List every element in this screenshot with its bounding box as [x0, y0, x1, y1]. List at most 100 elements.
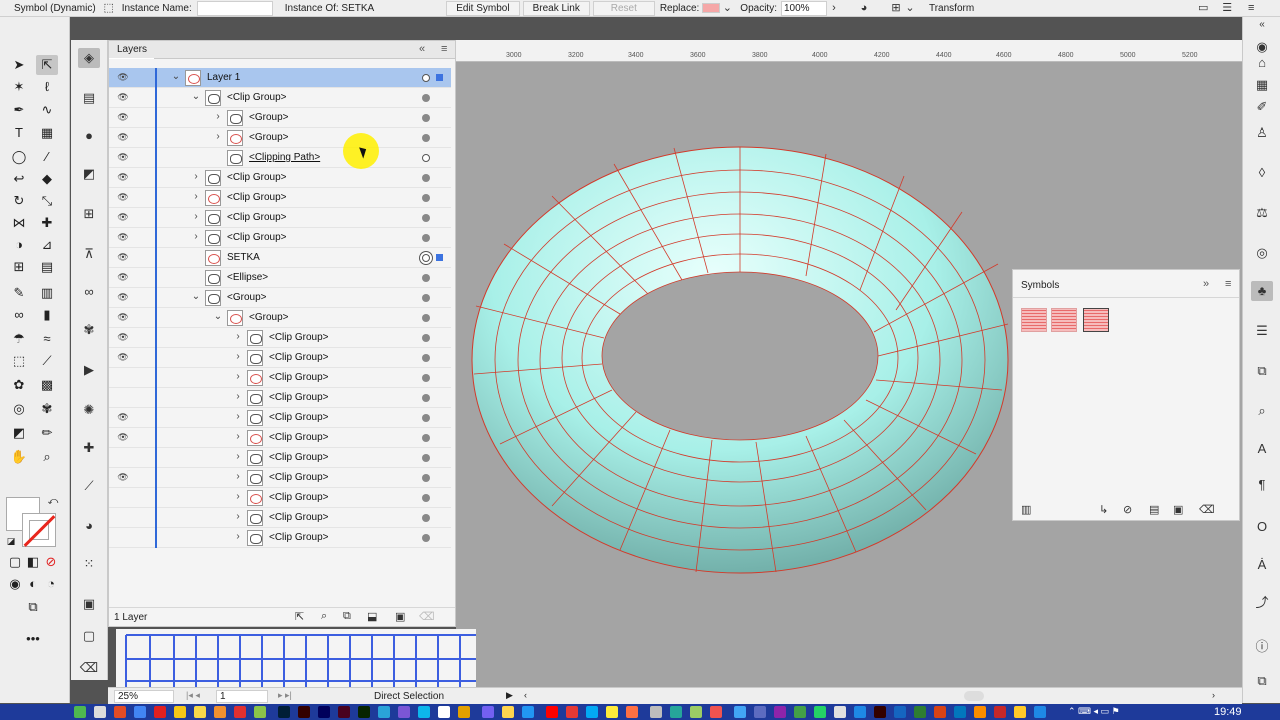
align-icon[interactable]: ▤: [78, 88, 100, 108]
brushes-icon[interactable]: ✾: [78, 320, 100, 340]
visibility-eye-icon[interactable]: 👁: [117, 311, 129, 323]
app-icon[interactable]: [814, 706, 826, 718]
chevron-down-icon[interactable]: ⌄: [191, 291, 201, 302]
layer-row[interactable]: 👁 › <Group>: [109, 108, 451, 128]
chevron-right-icon[interactable]: ›: [233, 451, 243, 462]
layer-name[interactable]: <Clip Group>: [269, 392, 328, 403]
chevron-right-icon[interactable]: ›: [233, 371, 243, 382]
layer-name[interactable]: <Clip Group>: [227, 172, 286, 183]
target-circle-icon[interactable]: [422, 394, 430, 402]
layer-row[interactable]: 👁 ⌄ <Clip Group>: [109, 88, 451, 108]
target-circle-icon[interactable]: [422, 154, 430, 162]
target-circle-icon[interactable]: [422, 534, 430, 542]
more-tools-icon[interactable]: •••: [22, 629, 44, 649]
rotate-icon[interactable]: ↻: [8, 191, 30, 211]
app-icon[interactable]: [954, 706, 966, 718]
chevron-right-icon[interactable]: ›: [827, 1, 841, 15]
app-icon[interactable]: [522, 706, 534, 718]
width-tool-icon[interactable]: ⋈: [8, 213, 30, 233]
target-circle-icon[interactable]: [422, 334, 430, 342]
app-icon[interactable]: [154, 706, 166, 718]
app-icon[interactable]: [114, 706, 126, 718]
chevron-right-icon[interactable]: ›: [233, 471, 243, 482]
target-circle-icon[interactable]: [422, 514, 430, 522]
visibility-eye-icon[interactable]: [117, 391, 129, 403]
symbol-shifter-icon[interactable]: ✿: [8, 375, 30, 395]
chevron-right-icon[interactable]: ›: [191, 171, 201, 182]
break-link-button[interactable]: Break Link: [522, 0, 590, 16]
target-circle-icon[interactable]: [422, 314, 430, 322]
chevron-right-icon[interactable]: ›: [233, 411, 243, 422]
reset-button[interactable]: Reset: [592, 0, 655, 16]
layer-row[interactable]: 👁 › <Clip Group>: [109, 228, 451, 248]
artboard-tool-icon[interactable]: ⬚: [8, 351, 30, 371]
graphic-styles-icon[interactable]: ◎: [1251, 243, 1273, 263]
selection-indicator[interactable]: [436, 254, 443, 261]
layer-name[interactable]: <Clip Group>: [227, 192, 286, 203]
transform-icon[interactable]: ⊞: [78, 204, 100, 224]
layer-name[interactable]: <Clip Group>: [269, 352, 328, 363]
chevron-down-icon[interactable]: ⌄: [171, 71, 181, 82]
app-icon[interactable]: [710, 706, 722, 718]
layer-name[interactable]: <Group>: [227, 292, 266, 303]
align-grid-icon[interactable]: ⊞: [889, 1, 903, 15]
transform-link[interactable]: Transform: [929, 3, 974, 14]
app-icon[interactable]: [214, 706, 226, 718]
export-panel-icon[interactable]: ⤴: [1251, 593, 1273, 613]
close-panels-icon[interactable]: «: [1251, 15, 1273, 35]
target-circle-icon[interactable]: [422, 74, 430, 82]
default-colors-icon[interactable]: ◪: [0, 531, 22, 551]
appearance-icon[interactable]: ●: [78, 126, 100, 146]
layer-name[interactable]: <Clip Group>: [269, 332, 328, 343]
layer-name[interactable]: <Clip Group>: [269, 372, 328, 383]
app-icon[interactable]: [774, 706, 786, 718]
app-icon[interactable]: [418, 706, 430, 718]
layer-row[interactable]: 👁 › <Clip Group>: [109, 468, 451, 488]
transparency-icon[interactable]: ◕: [78, 516, 100, 536]
info-icon[interactable]: ⓘ: [1251, 637, 1273, 657]
layer-row[interactable]: 👁 SETKA: [109, 248, 451, 268]
layer-name[interactable]: <Clip Group>: [269, 492, 328, 503]
hand-tool-icon[interactable]: ✋: [8, 447, 30, 467]
symbol-options-icon[interactable]: ▤: [1149, 503, 1159, 516]
target-circle-icon[interactable]: [422, 374, 430, 382]
paint-bucket-icon[interactable]: ◩: [8, 423, 30, 443]
layer-name[interactable]: <Clip Group>: [269, 512, 328, 523]
screen-mode-icon[interactable]: ⧉: [22, 597, 44, 617]
layer-row[interactable]: › <Clip Group>: [109, 388, 451, 408]
swatches-icon[interactable]: ▦: [1251, 75, 1273, 95]
character-icon[interactable]: A: [1251, 439, 1273, 459]
layer-name[interactable]: Layer 1: [207, 72, 240, 83]
target-circle-icon[interactable]: [422, 194, 430, 202]
app-icon[interactable]: [378, 706, 390, 718]
layer-row[interactable]: 👁 › <Clip Group>: [109, 188, 451, 208]
chevron-right-icon[interactable]: ›: [191, 191, 201, 202]
symbol-swatch[interactable]: [1021, 308, 1047, 332]
layer-name[interactable]: <Clip Group>: [269, 532, 328, 543]
app-icon[interactable]: [338, 706, 350, 718]
paragraph-style-icon[interactable]: ¶: [1251, 475, 1273, 495]
layer-row[interactable]: 👁 › <Clip Group>: [109, 408, 451, 428]
instance-name-input[interactable]: [196, 0, 273, 16]
blend-icon[interactable]: ∞: [8, 305, 30, 325]
texture-icon[interactable]: ▩: [36, 375, 58, 395]
pathfinder-icon[interactable]: ◩: [78, 164, 100, 184]
layer-name[interactable]: <Group>: [249, 112, 288, 123]
layer-row[interactable]: 👁 ⌄ <Group>: [109, 288, 451, 308]
horizontal-scrollbar[interactable]: [964, 691, 984, 701]
chevron-right-icon[interactable]: ›: [191, 231, 201, 242]
symbol-sprayer-icon[interactable]: ☂: [8, 329, 30, 349]
layer-name[interactable]: <Clip Group>: [269, 412, 328, 423]
visibility-eye-icon[interactable]: 👁: [117, 131, 129, 143]
selection-tool-icon[interactable]: ➤: [8, 55, 30, 75]
scroll-left-icon[interactable]: ‹: [524, 690, 527, 700]
break-link-icon[interactable]: ⊘: [1123, 503, 1132, 516]
app-icon[interactable]: [854, 706, 866, 718]
arrange-icon[interactable]: ▭: [1196, 1, 1210, 15]
app-icon[interactable]: [974, 706, 986, 718]
next-page-icon[interactable]: ▸ ▸|: [278, 690, 292, 701]
mesh-icon[interactable]: ⊞: [8, 257, 30, 277]
visibility-eye-icon[interactable]: 👁: [117, 251, 129, 263]
app-icon[interactable]: [482, 706, 494, 718]
layer-row[interactable]: 👁 <Clipping Path>: [109, 148, 451, 168]
